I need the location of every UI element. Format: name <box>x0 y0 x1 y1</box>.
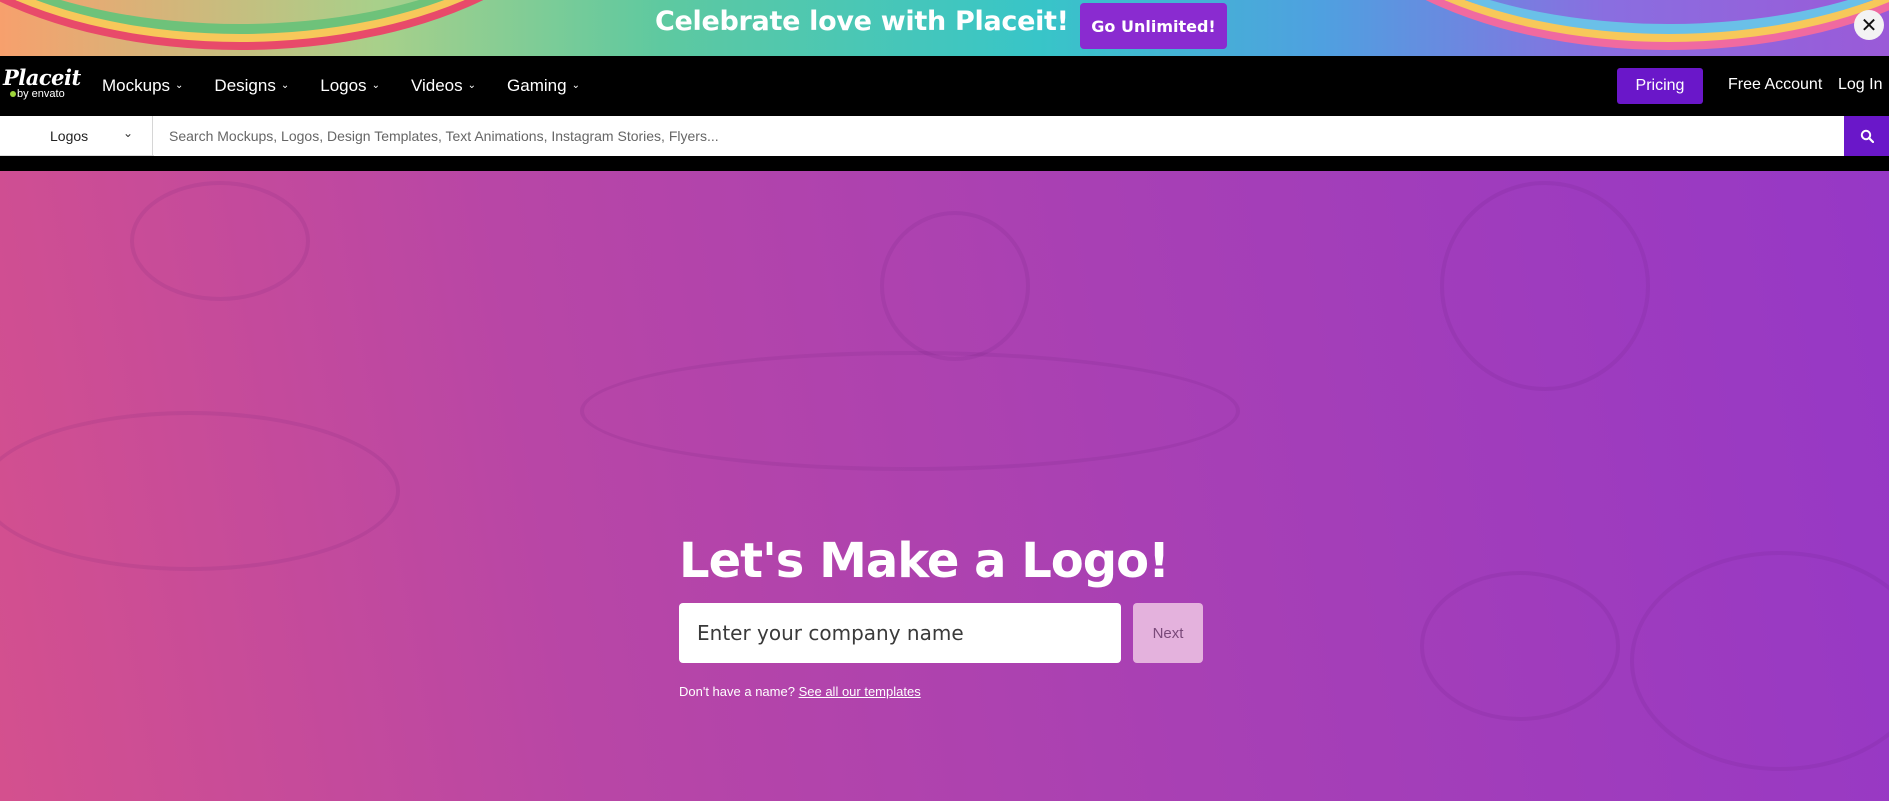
pricing-button[interactable]: Pricing <box>1617 68 1703 104</box>
chevron-down-icon: ⌄ <box>371 79 380 91</box>
go-unlimited-button[interactable]: Go Unlimited! <box>1080 3 1227 49</box>
top-nav: Placeit by envato Mockups ⌄ Designs ⌄ Lo… <box>0 56 1889 116</box>
hint-prompt: Don't have a name? <box>679 684 795 699</box>
category-select[interactable]: Logos ⌄ <box>0 116 153 156</box>
nav-item-label: Logos <box>320 76 367 95</box>
nav-item-mockups[interactable]: Mockups ⌄ <box>102 76 183 96</box>
login-link[interactable]: Log In <box>1838 76 1882 94</box>
nav-menu: Mockups ⌄ Designs ⌄ Logos ⌄ Videos ⌄ Gam… <box>102 56 611 116</box>
page-title: Let's Make a Logo! <box>679 533 1170 589</box>
free-account-link[interactable]: Free Account <box>1728 76 1822 94</box>
envato-dot-icon <box>10 91 16 97</box>
hero-section: Let's Make a Logo! Next Don't have a nam… <box>0 171 1889 801</box>
search-bar: Logos ⌄ <box>0 116 1889 156</box>
logo-subtitle-text: by envato <box>17 88 65 100</box>
background-logo-decoration <box>0 411 400 571</box>
nav-item-label: Videos <box>410 76 463 95</box>
background-logo-decoration <box>1630 551 1889 771</box>
background-logo-decoration <box>580 351 1240 471</box>
hint-text: Don't have a name? See all our templates <box>679 684 921 699</box>
chevron-down-icon: ⌄ <box>175 79 184 91</box>
nav-item-label: Mockups <box>102 76 171 95</box>
promo-text: Celebrate love with Placeit! <box>655 6 1069 37</box>
chevron-down-icon: ⌄ <box>571 79 580 91</box>
chevron-down-icon: ⌄ <box>280 79 290 91</box>
next-button[interactable]: Next <box>1133 603 1203 663</box>
search-icon <box>1860 129 1874 143</box>
background-logo-decoration <box>130 181 310 301</box>
placeit-logo[interactable]: Placeit by envato <box>3 65 81 100</box>
chevron-down-icon: ⌄ <box>123 126 134 140</box>
nav-divider <box>0 156 1889 171</box>
chevron-down-icon: ⌄ <box>467 79 477 91</box>
search-button[interactable] <box>1844 116 1889 156</box>
close-icon[interactable]: ✕ <box>1854 10 1884 40</box>
nav-item-label: Gaming <box>507 76 567 95</box>
nav-item-designs[interactable]: Designs ⌄ <box>214 76 289 96</box>
company-name-input[interactable] <box>679 603 1121 663</box>
background-logo-decoration <box>880 211 1030 361</box>
nav-item-logos[interactable]: Logos ⌄ <box>320 76 380 96</box>
promo-banner: Celebrate love with Placeit! Go Unlimite… <box>0 0 1889 56</box>
nav-item-label: Designs <box>214 76 276 95</box>
see-all-templates-link[interactable]: See all our templates <box>799 684 921 699</box>
nav-item-videos[interactable]: Videos ⌄ <box>411 76 476 96</box>
background-logo-decoration <box>1420 571 1620 721</box>
category-select-value: Logos <box>50 128 89 144</box>
logo-wordmark: Placeit <box>3 65 81 90</box>
background-logo-decoration <box>1440 181 1650 391</box>
search-input[interactable] <box>154 116 1844 156</box>
nav-item-gaming[interactable]: Gaming ⌄ <box>507 76 580 96</box>
